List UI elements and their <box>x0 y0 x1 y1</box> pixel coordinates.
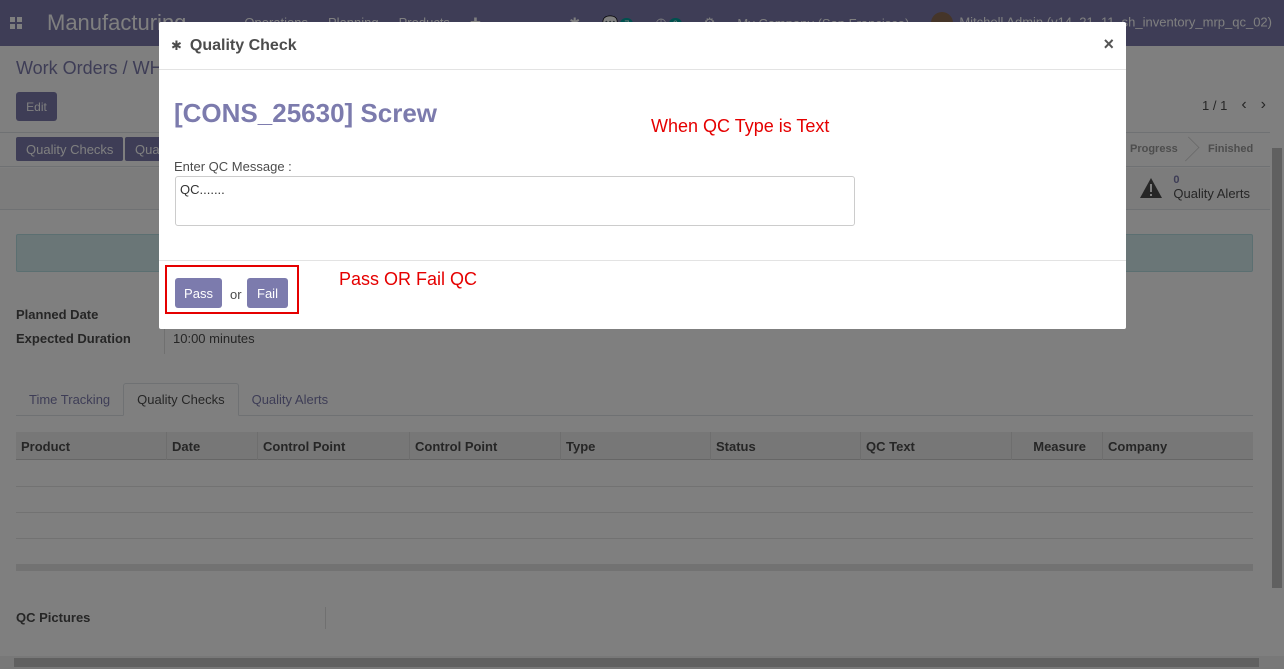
close-icon[interactable]: × <box>1103 34 1114 55</box>
dialog-title: Quality Check <box>189 36 297 54</box>
product-title: [CONS_25630] Screw <box>174 98 438 128</box>
qc-message-label: Enter QC Message : <box>174 159 292 174</box>
or-label: or <box>230 287 242 302</box>
fail-button[interactable]: Fail <box>247 278 288 308</box>
dialog-footer: Pass or Fail Pass OR Fail QC <box>159 260 1126 329</box>
annotation-pass-fail: Pass OR Fail QC <box>339 269 478 289</box>
pass-button[interactable]: Pass <box>175 278 222 308</box>
dialog-header: ✱ Quality Check <box>159 22 1126 70</box>
quality-check-dialog: ✱ Quality Check × [CONS_25630] Screw Whe… <box>159 22 1126 329</box>
bug-icon: ✱ <box>171 37 182 53</box>
annotation-qc-type: When QC Type is Text <box>651 116 830 136</box>
qc-message-input[interactable]: QC....... <box>175 176 855 226</box>
